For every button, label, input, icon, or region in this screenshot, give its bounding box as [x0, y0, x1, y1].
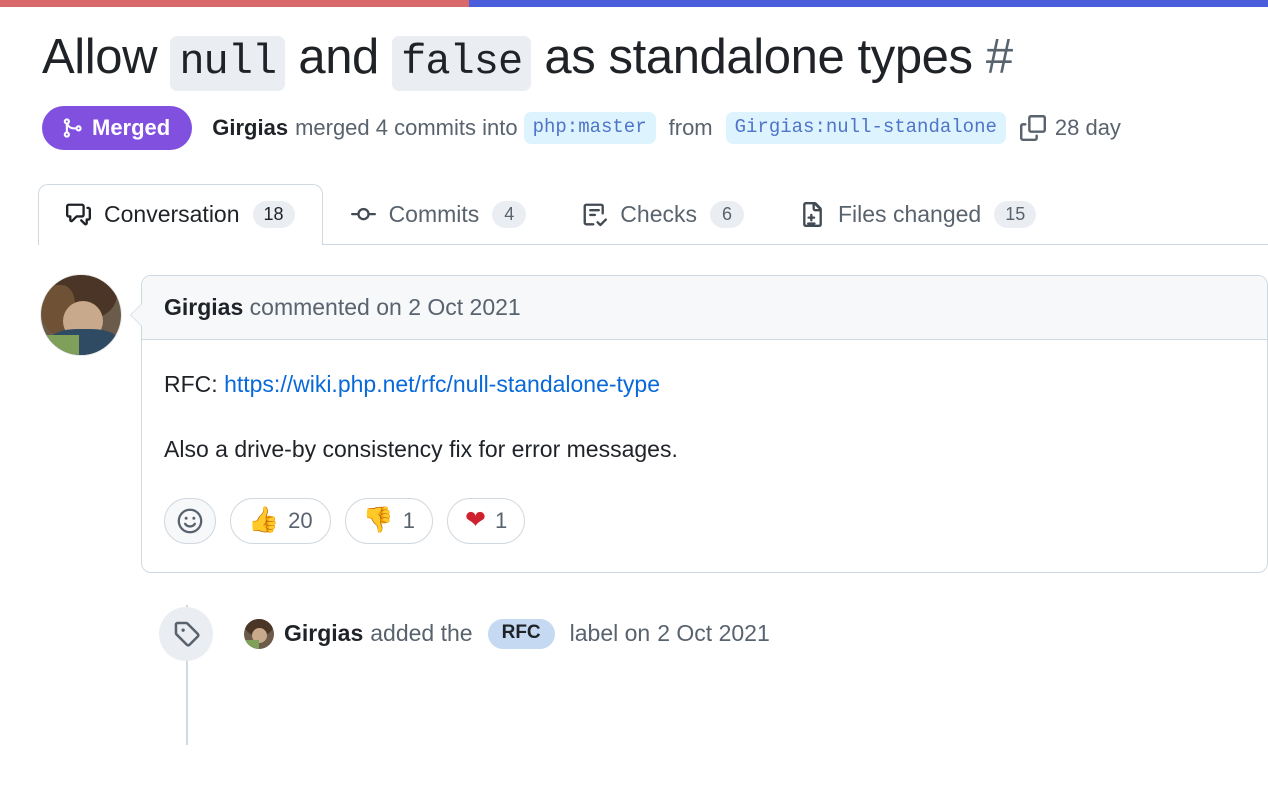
tab-checks-label: Checks: [620, 201, 697, 228]
copy-branch-button[interactable]: [1019, 114, 1046, 141]
title-code-null: null: [170, 36, 286, 91]
status-badge-label: Merged: [92, 114, 171, 140]
comment-author-link[interactable]: Girgias: [164, 294, 243, 320]
reaction-heart-count: 1: [494, 507, 508, 533]
conversation-timeline: Girgias commented on 2 Oct 2021 RFC: htt…: [0, 274, 1268, 745]
timeline-event-text: Girgias added the RFC label on 2 Oct 202…: [244, 618, 770, 649]
event-text-after: label on: [569, 620, 651, 647]
tab-commits[interactable]: Commits 4: [323, 184, 555, 245]
event-date[interactable]: 2 Oct 2021: [657, 620, 770, 647]
checklist-icon: [582, 202, 608, 227]
tab-commits-count: 4: [492, 201, 527, 229]
tab-files-changed-count: 15: [994, 201, 1037, 229]
comment-date[interactable]: 2 Oct 2021: [408, 294, 521, 320]
pr-tab-bar: Conversation 18 Commits 4 Checks 6 Files…: [38, 183, 1268, 246]
tag-icon-wrapper: [159, 606, 213, 661]
event-avatar[interactable]: [244, 618, 274, 649]
reaction-heart[interactable]: ❤ 1: [447, 497, 526, 544]
rfc-prefix: RFC:: [164, 370, 225, 397]
label-chip-rfc[interactable]: RFC: [487, 618, 555, 649]
page-title: Allow null and false as standalone types…: [42, 29, 1268, 91]
thumbs-up-icon: 👍: [248, 506, 280, 535]
pr-subhead: Merged Girgias merged 4 commits into php…: [42, 105, 1268, 150]
reaction-thumbs-down-count: 1: [402, 507, 416, 533]
tab-checks-count: 6: [710, 201, 744, 229]
tag-icon: [174, 622, 200, 647]
git-commit-icon: [350, 202, 376, 227]
copy-icon: [1019, 114, 1046, 141]
comment-action-text: commented on: [249, 293, 402, 320]
reaction-thumbs-down[interactable]: 👎 1: [344, 497, 434, 544]
reaction-thumbs-up[interactable]: 👍 20: [230, 497, 331, 544]
file-diff-icon: [800, 202, 825, 228]
tab-conversation-count: 18: [252, 201, 295, 229]
reaction-bar: 👍 20 👎 1 ❤ 1: [164, 497, 1245, 552]
title-text-1: Allow: [42, 30, 171, 84]
event-avatar-background: [244, 639, 259, 649]
tab-conversation-label: Conversation: [104, 201, 240, 228]
add-reaction-button[interactable]: [164, 497, 216, 544]
reaction-thumbs-up-count: 20: [288, 507, 313, 533]
page-load-progress-bar: [0, 0, 1268, 7]
tab-files-changed-label: Files changed: [838, 201, 982, 228]
merge-description-2: from: [668, 114, 713, 140]
thumbs-down-icon: 👎: [362, 506, 394, 535]
timeline-event-label-added: Girgias added the RFC label on 2 Oct 202…: [0, 606, 1268, 661]
comment-box: Girgias commented on 2 Oct 2021 RFC: htt…: [130, 274, 1268, 573]
comment-arrow-fill: [131, 302, 143, 327]
event-actor-link[interactable]: Girgias: [284, 620, 363, 647]
smiley-icon: [177, 508, 203, 534]
git-merge-icon: [63, 117, 82, 138]
rfc-link[interactable]: https://wiki.php.net/rfc/null-standalone…: [224, 371, 660, 397]
heart-icon: ❤: [465, 506, 486, 535]
title-text-2: and: [285, 30, 393, 84]
progress-bar-filled: [0, 0, 470, 7]
avatar-background: [45, 334, 79, 355]
avatar[interactable]: [41, 274, 121, 355]
tab-checks[interactable]: Checks 6: [554, 184, 772, 245]
title-text-3: as standalone types: [531, 30, 986, 84]
comment-row: Girgias commented on 2 Oct 2021 RFC: htt…: [0, 274, 1268, 573]
comment-header: Girgias commented on 2 Oct 2021: [142, 275, 1267, 340]
title-code-false: false: [392, 36, 532, 91]
tab-conversation[interactable]: Conversation 18: [38, 183, 323, 246]
merge-description-1: merged 4 commits into: [295, 114, 518, 140]
comment-paragraph-note: Also a drive-by consistency fix for erro…: [164, 436, 678, 463]
tab-commits-label: Commits: [388, 201, 480, 228]
pr-author-link[interactable]: Girgias: [212, 115, 288, 141]
pr-age-text: 28 day: [1054, 114, 1121, 140]
head-branch-chip[interactable]: Girgias:null-standalone: [725, 111, 1006, 144]
comment-paragraph-rfc: RFC: https://wiki.php.net/rfc/null-stand…: [164, 367, 1245, 403]
progress-bar-remaining: [469, 0, 1268, 7]
pr-number: #: [985, 30, 1013, 84]
event-text-before: added the: [370, 620, 473, 647]
comment-body: RFC: https://wiki.php.net/rfc/null-stand…: [142, 340, 1267, 572]
status-badge-merged: Merged: [42, 105, 193, 150]
base-branch-chip[interactable]: php:master: [523, 111, 656, 144]
comment-discussion-icon: [66, 202, 91, 227]
tab-files-changed[interactable]: Files changed 15: [772, 184, 1064, 245]
